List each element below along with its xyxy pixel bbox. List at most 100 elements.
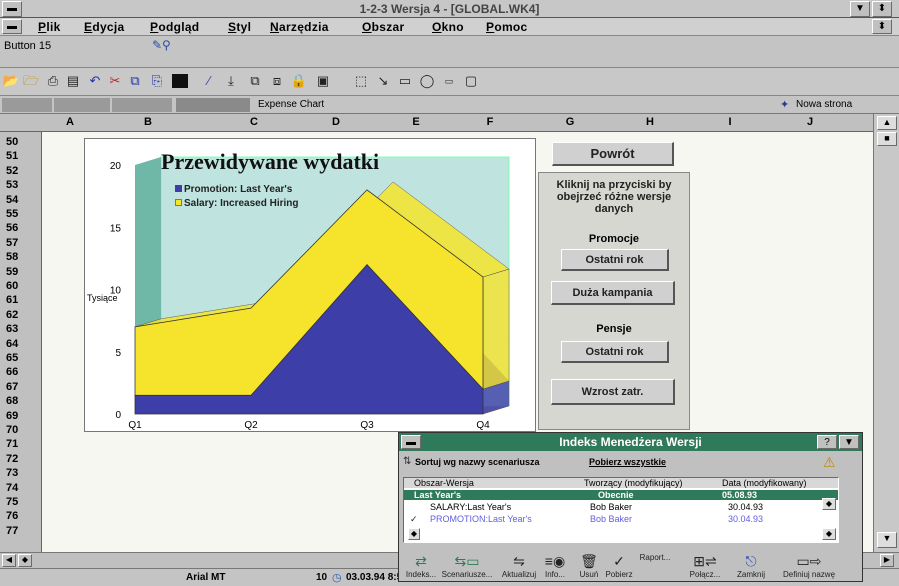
report-button[interactable]: Raport... (635, 553, 675, 562)
rectangle-icon[interactable]: ▭ (396, 72, 414, 90)
sort-dropdown[interactable]: Sortuj wg nazwy scenariusza (415, 457, 540, 467)
minimize-icon[interactable]: ▼ (850, 1, 870, 17)
select-icon[interactable]: ⬚ (352, 72, 370, 90)
column-header[interactable]: B (138, 116, 158, 128)
row-header[interactable]: 71 (6, 438, 18, 450)
row-header[interactable]: 61 (6, 294, 18, 306)
scroll-up-icon[interactable]: ▲ (877, 116, 897, 130)
row-header[interactable]: 65 (6, 352, 18, 364)
ellipse-icon[interactable]: ◯ (418, 72, 436, 90)
row-header[interactable]: 77 (6, 525, 18, 537)
tab-2[interactable] (54, 98, 110, 112)
menu-podglad[interactable]: Podgląd (150, 20, 199, 34)
column-header[interactable]: H (640, 116, 660, 128)
list-item[interactable]: ✓ PROMOTION:Last Year's Bob Baker 30.04.… (410, 514, 830, 524)
row-header[interactable]: 57 (6, 237, 18, 249)
menu-okno[interactable]: Okno (432, 20, 464, 34)
row-header[interactable]: 66 (6, 366, 18, 378)
menu-plik[interactable]: Plik (38, 20, 61, 34)
row-header[interactable]: 60 (6, 280, 18, 292)
status-date[interactable]: 03.03.94 8:5 (346, 572, 402, 583)
row-header[interactable]: 50 (6, 136, 18, 148)
scenarios-button[interactable]: ⇆▭ Scenariusze... (441, 553, 493, 579)
menu-obszar[interactable]: Obszar (362, 20, 405, 34)
version-list[interactable]: Obszar-Wersja Tworzący (modyfikujący) Da… (403, 477, 839, 543)
tab-1[interactable] (2, 98, 52, 112)
column-header[interactable]: G (560, 116, 580, 128)
get-all-button[interactable]: Pobierz wszystkie (589, 457, 666, 467)
list-hscroll-thumb[interactable]: ◆ (408, 528, 420, 540)
row-header[interactable]: 59 (6, 266, 18, 278)
column-header[interactable]: I (720, 116, 740, 128)
salary-raise-button[interactable]: Wzrost zatr. (551, 379, 675, 405)
update-button[interactable]: ⇋ Aktualizuj (499, 553, 539, 579)
promo-last-year-button[interactable]: Ostatni rok (561, 249, 669, 271)
selection-indicator[interactable]: Button 15 (4, 40, 51, 52)
get-button[interactable]: ✓ Pobierz (599, 553, 639, 579)
scroll-thumb-horizontal[interactable]: ◆ (18, 554, 32, 567)
new-page-button[interactable]: Nowa strona (796, 99, 852, 110)
picture-icon[interactable]: ▣ (314, 72, 332, 90)
print-icon[interactable]: ⎙ (44, 72, 62, 90)
menu-narzedzia[interactable]: Narzędzia (270, 20, 329, 34)
chart-frame[interactable]: 0 5 10 15 20 Q1 Q2 Q3 Q4 Tysiące Przewidywane wy… (84, 138, 536, 432)
draw-line-icon[interactable]: ⁄ (200, 72, 218, 90)
row-header[interactable]: 62 (6, 309, 18, 321)
folder-icon[interactable]: 🗁 (22, 72, 40, 90)
arrow-tool-icon[interactable]: ⤓ (222, 72, 240, 90)
tab-expense-chart[interactable]: Expense Chart (254, 98, 328, 112)
restore-icon[interactable]: ⬍ (872, 1, 892, 17)
salary-last-year-button[interactable]: Ostatni rok (561, 341, 669, 363)
vm-help-icon[interactable]: ? (817, 435, 837, 449)
status-font[interactable]: Arial MT (186, 572, 225, 583)
row-header[interactable]: 72 (6, 453, 18, 465)
tab-4[interactable] (176, 98, 250, 112)
scroll-right-icon[interactable]: ▶ (880, 554, 894, 567)
alert-icon[interactable]: ⚠ (823, 454, 836, 471)
row-header[interactable]: 75 (6, 496, 18, 508)
column-header[interactable]: J (800, 116, 820, 128)
lock-icon[interactable]: 🔒 (290, 72, 308, 90)
text-block-icon[interactable]: ▭ (440, 72, 458, 90)
col-header-name[interactable]: Obszar-Wersja (414, 478, 474, 488)
row-header[interactable]: 68 (6, 395, 18, 407)
row-header[interactable]: 76 (6, 510, 18, 522)
scroll-thumb[interactable]: ■ (877, 132, 897, 146)
document-restore-icon[interactable]: ⬍ (872, 19, 892, 34)
row-header[interactable]: 70 (6, 424, 18, 436)
menu-edycja[interactable]: Edycja (84, 20, 125, 34)
define-name-button[interactable]: ▭⇨ Definiuj nazwę (779, 553, 839, 579)
row-header[interactable]: 51 (6, 150, 18, 162)
close-button[interactable]: ⎋ Zamknij (731, 553, 771, 579)
column-header[interactable]: D (326, 116, 346, 128)
copy-icon[interactable]: ⧉ (126, 72, 144, 90)
vertical-scrollbar[interactable]: ▲ ■ ▼ (873, 114, 899, 552)
cut-icon[interactable]: ✂ (106, 72, 124, 90)
list-item[interactable]: SALARY:Last Year's Bob Baker 30.04.93 (410, 502, 830, 512)
preview-icon[interactable]: ▤ (64, 72, 82, 90)
column-header[interactable]: F (480, 116, 500, 128)
navigator-icon[interactable]: ✎⚲ (152, 38, 171, 52)
row-header[interactable]: 54 (6, 194, 18, 206)
line-icon[interactable]: ↘ (374, 72, 392, 90)
list-scroll-down[interactable]: ◆ (822, 528, 836, 540)
row-header[interactable]: 74 (6, 482, 18, 494)
row-header[interactable]: 73 (6, 467, 18, 479)
vm-system-menu-icon[interactable]: ▬ (401, 435, 421, 449)
list-scroll-thumb[interactable]: ◆ (822, 498, 836, 510)
col-header-date[interactable]: Data (modyfikowany) (722, 478, 807, 488)
row-header[interactable]: 53 (6, 179, 18, 191)
row-header[interactable]: 52 (6, 165, 18, 177)
send-back-icon[interactable]: ⧈ (268, 72, 286, 90)
color-icon[interactable] (172, 74, 188, 88)
row-header[interactable]: 55 (6, 208, 18, 220)
index-button[interactable]: ⇄ Indeks... (401, 553, 441, 579)
row-header[interactable]: 63 (6, 323, 18, 335)
tab-3[interactable] (112, 98, 172, 112)
back-button[interactable]: Powrót (552, 142, 674, 166)
scroll-down-icon[interactable]: ▼ (877, 532, 897, 548)
row-header[interactable]: 56 (6, 222, 18, 234)
vm-minimize-icon[interactable]: ▼ (839, 435, 859, 449)
col-header-author[interactable]: Tworzący (modyfikujący) (584, 478, 683, 488)
open-file-icon[interactable]: 📂 (2, 72, 20, 90)
